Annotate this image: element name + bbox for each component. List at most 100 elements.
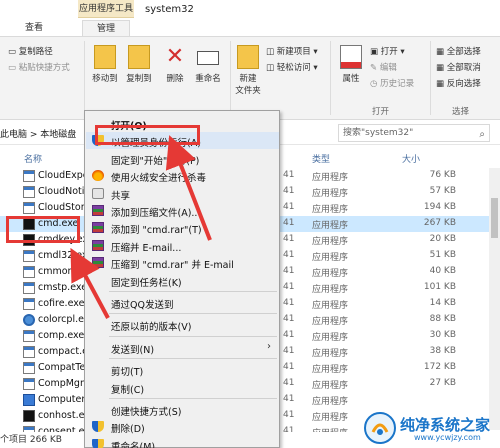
menu-item-label: 剪切(T) [111, 367, 144, 379]
new-item-button[interactable]: ◫ 新建项目 ▾ [266, 45, 318, 57]
menu-item[interactable]: 固定到"开始"屏幕(P) [86, 150, 279, 167]
file-name: cmstp.exe [38, 282, 84, 293]
easy-access-label: 轻松访问 ▾ [276, 63, 318, 73]
menu-item[interactable]: 重命名(M) [86, 436, 279, 448]
tab-manage[interactable]: 管理 [82, 20, 130, 36]
file-type: 应用程序 [312, 317, 349, 327]
menu-item[interactable]: 压缩并 E-mail... [86, 237, 279, 254]
exe-icon [23, 282, 35, 294]
exe-icon [23, 202, 35, 214]
easy-access-button[interactable]: ◫ 轻松访问 ▾ [266, 61, 318, 73]
winrar-icon [92, 239, 104, 251]
column-header-type[interactable]: 类型 [312, 152, 330, 165]
winrar-icon [92, 205, 104, 216]
menu-item[interactable]: 还原以前的版本(V) [86, 316, 279, 333]
copy-path-label: 复制路径 [18, 47, 53, 57]
winrar-icon [92, 257, 104, 269]
file-date: 41 [283, 170, 295, 180]
select-all-button[interactable]: ▦ 全部选择 [436, 45, 481, 57]
menu-item[interactable]: 剪切(T) [86, 361, 279, 378]
file-type: 应用程序 [312, 413, 349, 423]
window-title: system32 [145, 4, 194, 15]
tab-view[interactable]: 查看 [14, 20, 54, 36]
move-to-icon [94, 45, 116, 69]
menu-item[interactable]: 共享 [86, 185, 279, 202]
file-size: 267 KB [423, 218, 456, 228]
column-header-size[interactable]: 大小 [402, 152, 420, 165]
exe-icon [23, 266, 35, 278]
rename-button[interactable]: 重命名 [192, 45, 224, 84]
menu-item-label: 固定到任务栏(K) [111, 277, 182, 289]
history-button[interactable]: ◷ 历史记录 [370, 77, 414, 89]
folder-icon [237, 45, 259, 69]
file-date: 41 [283, 314, 295, 324]
scrollbar-thumb[interactable] [491, 198, 498, 238]
menu-item[interactable]: 使用火绒安全进行杀毒 [86, 167, 279, 184]
menu-item[interactable]: 发送到(N) › [86, 339, 279, 356]
file-type: 应用程序 [312, 397, 349, 407]
select-none-button[interactable]: ▦ 全部取消 [436, 61, 481, 73]
new-folder-button[interactable]: 新建 文件夹 [234, 45, 262, 96]
file-size: 20 KB [429, 234, 456, 244]
menu-item[interactable]: 固定到任务栏(K) [86, 272, 279, 289]
breadcrumb[interactable]: 此电脑 > 本地磁盘 [0, 127, 76, 140]
fire-icon [92, 170, 104, 182]
exe-icon [23, 378, 35, 390]
move-to-label: 移动到 [92, 74, 118, 84]
menu-item[interactable]: 创建快捷方式(S) [86, 401, 279, 418]
share-icon [92, 187, 104, 199]
file-type: 应用程序 [312, 301, 349, 311]
properties-button[interactable]: 属性 [338, 45, 364, 84]
status-text: 个项目 266 KB [0, 435, 62, 445]
menu-item[interactable]: 删除(D) [86, 418, 279, 435]
copy-path-button[interactable]: ▭ 复制路径 [8, 45, 53, 57]
edit-button[interactable]: ✎ 编辑 [370, 61, 397, 73]
exe-icon [23, 362, 35, 374]
file-type: 应用程序 [312, 333, 349, 343]
menu-item[interactable]: 添加到压缩文件(A)... [86, 202, 279, 219]
file-size: 76 KB [429, 170, 456, 180]
select-none-label: 全部取消 [446, 63, 481, 73]
column-header-name[interactable]: 名称 [24, 152, 42, 165]
file-size: 38 KB [429, 346, 456, 356]
menu-item-label: 固定到"开始"屏幕(P) [111, 155, 200, 167]
file-name: CloudStorageWizard [38, 202, 84, 213]
ribbon-divider [430, 41, 431, 115]
exe-icon [23, 346, 35, 358]
file-date: 41 [283, 282, 295, 292]
file-type: 应用程序 [312, 269, 349, 279]
search-input[interactable]: 搜索"system32" ⌕ [338, 124, 490, 142]
file-size: 40 KB [429, 266, 456, 276]
menu-item[interactable]: 通过QQ发送到 [86, 294, 279, 311]
file-type: 应用程序 [312, 365, 349, 375]
file-type: 应用程序 [312, 221, 349, 231]
file-date: 41 [283, 202, 295, 212]
file-date: 41 [283, 266, 295, 276]
menu-item[interactable]: 压缩到 "cmd.rar" 并 E-mail [86, 254, 279, 271]
delete-button[interactable]: ✕ 删除 [162, 45, 188, 85]
watermark-url: www.ycwjzy.com [414, 433, 481, 442]
file-size: 51 KB [429, 250, 456, 260]
menu-item[interactable]: 复制(C) [86, 379, 279, 396]
copy-to-button[interactable]: 复制到 [124, 45, 154, 84]
open-button[interactable]: ▣ 打开 ▾ [370, 45, 405, 57]
file-date: 41 [283, 330, 295, 340]
move-to-button[interactable]: 移动到 [90, 45, 120, 84]
file-size: 101 KB [423, 282, 456, 292]
rename-label: 重命名 [195, 74, 221, 84]
exe-icon [23, 250, 35, 262]
ribbon-divider [84, 41, 85, 115]
file-date: 41 [283, 410, 295, 420]
console-icon [23, 410, 35, 422]
menu-item[interactable]: 添加到 "cmd.rar"(T) [86, 219, 279, 236]
paste-shortcut-button[interactable]: ▭ 粘贴快捷方式 [8, 61, 70, 73]
file-date: 41 [283, 362, 295, 372]
file-name: colorcpl.exe [38, 314, 84, 325]
file-size: 172 KB [423, 362, 456, 372]
invert-selection-button[interactable]: ▦ 反向选择 [436, 77, 481, 89]
history-label: 历史记录 [380, 79, 415, 89]
vertical-scrollbar[interactable] [489, 168, 500, 430]
winrar-icon [92, 222, 104, 234]
menu-item-label: 添加到压缩文件(A)... [111, 208, 201, 219]
ribbon-divider [330, 41, 331, 115]
